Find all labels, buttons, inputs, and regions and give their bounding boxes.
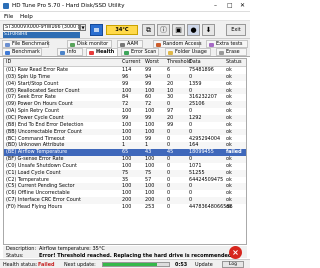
table-row[interactable]: (BB) Uncorrectable Error Count 100 100 0 0 ok <box>4 128 246 136</box>
drive-serial: S1F0R8H4 <box>3 32 80 38</box>
file-benchmark-icon <box>5 42 10 47</box>
erase-icon <box>219 50 224 55</box>
table-row[interactable]: (09) Power On Hours Count 72 72 0 25106 ok <box>4 101 246 109</box>
disk-monitor-icon <box>70 42 75 47</box>
table-row[interactable]: (C2) Temperature 35 57 0 64424509475 ok <box>4 177 246 184</box>
close-button[interactable]: ✕ <box>240 2 245 9</box>
copy-icon[interactable]: ⧉ <box>142 24 155 36</box>
table-row[interactable]: (BD) Unknown Attribute 1 1 0 164 ok <box>4 142 246 150</box>
toolbar: ST3000VX000-9YW166 (3000 gB) ▼ S1F0R8H4 … <box>0 21 250 39</box>
cell-status: failed <box>226 149 242 156</box>
update-progress-fill <box>103 263 158 266</box>
tab-extra-tests[interactable]: Extra tests <box>206 40 248 48</box>
header-id[interactable]: ID <box>6 59 11 66</box>
health-icon <box>89 50 94 55</box>
table-row[interactable]: (0A) Spin Retry Count 100 100 97 0 ok <box>4 108 246 115</box>
cell-attribute: (BE) Airflow Temperature <box>6 149 68 156</box>
health-status-label: Health status: <box>3 261 38 268</box>
table-header: ID Current Worst Threshold Data Status <box>4 59 246 67</box>
menu-file[interactable]: File <box>4 14 13 20</box>
minimize-button[interactable]: – <box>214 2 217 9</box>
status-value: Error! Threshold reached. Replacing the … <box>39 252 234 259</box>
screenshot-icon[interactable]: ▣ <box>172 24 185 36</box>
maximize-button[interactable]: □ <box>227 2 233 9</box>
cell-current: 65 <box>122 149 129 156</box>
window-title: HD Tune Pro 5.70 - Hard Disk/SSD Utility <box>12 2 125 9</box>
camera-icon[interactable]: ● <box>187 24 200 36</box>
tab-folder-usage[interactable]: Folder Usage <box>165 48 211 56</box>
header-status[interactable]: Status <box>226 59 242 66</box>
table-row[interactable]: (04) Start/Stop Count 99 99 20 1359 ok <box>4 81 246 88</box>
status-bar: Health status: Failed Next update: 0:53 … <box>0 259 250 268</box>
folder-usage-icon <box>168 50 173 55</box>
header-current[interactable]: Current <box>122 59 140 66</box>
table-row[interactable]: (C0) Unsafe Shutdown Count 100 100 0 1071 ok <box>4 163 246 170</box>
random-access-icon <box>156 42 161 47</box>
table-row[interactable]: (BC) Command Timeout 100 99 0 4295294004 ok <box>4 136 246 143</box>
tab-erase[interactable]: Erase <box>216 48 247 56</box>
table-row-failed[interactable]: (BE) Airflow Temperature 65 43 45 18099455 fa… <box>4 149 246 157</box>
cell-worst: 43 <box>145 149 152 156</box>
title-bar: HD Tune Pro 5.70 - Hard Disk/SSD Utility… <box>0 0 250 12</box>
header-data[interactable]: Data <box>189 59 201 66</box>
chevron-down-icon[interactable]: ▼ <box>80 24 86 31</box>
tab-benchmark[interactable]: Benchmark <box>2 48 42 56</box>
table-row[interactable]: (C7) Interface CRC Error Count 200 200 0 0 ok <box>4 197 246 204</box>
app-icon <box>3 3 9 9</box>
update-progress-bar <box>102 262 170 267</box>
table-row[interactable]: (C6) Offline Uncorrectable 100 100 0 0 ok <box>4 190 246 197</box>
description-value: Airflow temperature: 35°C <box>39 246 105 252</box>
tab-error-scan[interactable]: Error Scan <box>121 48 159 56</box>
table-row[interactable]: (F0) Head Flying Hours 100 253 0 44783648066… <box>4 204 246 211</box>
cell-data: 18099455 <box>189 149 214 156</box>
info-icon <box>60 50 65 55</box>
aam-icon <box>120 42 125 47</box>
table-row[interactable]: (B8) End To End Error Detection 100 100 99 0… <box>4 122 246 129</box>
header-threshold[interactable]: Threshold <box>167 59 191 66</box>
cell-threshold: 45 <box>167 149 174 156</box>
tab-disk-monitor[interactable]: Disk monitor <box>67 40 112 48</box>
extra-tests-icon <box>209 42 214 47</box>
header-worst[interactable]: Worst <box>145 59 159 66</box>
log-button[interactable]: Log <box>222 261 244 268</box>
tab-info[interactable]: Info <box>57 48 83 56</box>
temperature-display: 34°C <box>106 25 138 35</box>
table-row[interactable]: (C5) Current Pending Sector 100 100 0 0 ok <box>4 183 246 191</box>
save-icon[interactable]: ⬇ <box>202 24 215 36</box>
table-row[interactable]: (01) Raw Read Error Rate 114 99 6 75481896 ok <box>4 67 246 74</box>
exit-button[interactable]: Exit <box>226 24 246 36</box>
next-update-label: Next update: <box>64 261 96 268</box>
cell-current: 100 <box>122 204 132 210</box>
tab-random-access[interactable]: Random Access <box>153 40 202 48</box>
status-label: Status: <box>6 252 24 259</box>
cell-status: ok <box>226 204 232 210</box>
cell-threshold: 0 <box>167 204 171 210</box>
table-row[interactable]: (03) Spin Up Time 96 94 0 0 ok <box>4 73 246 81</box>
description-label: Description: <box>6 246 37 252</box>
next-update-time: 0:53 <box>175 261 188 268</box>
menu-help[interactable]: Help <box>20 14 33 20</box>
tab-health[interactable]: Health <box>86 48 118 56</box>
error-scan-icon <box>124 50 129 55</box>
drive-select[interactable]: ST3000VX000-9YW166 (3000 gB) <box>3 24 80 31</box>
table-row[interactable]: (05) Reallocated Sector Count 100 100 10 0 ok <box>4 87 246 95</box>
table-row[interactable]: (C1) Load Cycle Count 75 75 0 51255 ok <box>4 169 246 177</box>
table-row[interactable]: (0C) Power Cycle Count 99 99 20 1292 ok <box>4 114 246 122</box>
health-indicator-icon <box>90 24 103 36</box>
info-toolbar-icon[interactable]: ⓘ <box>157 24 170 36</box>
description-panel: Description: Airflow temperature: 35°C S… <box>3 246 247 259</box>
error-icon: × <box>229 246 242 259</box>
health-status-value: Failed <box>38 261 55 268</box>
menu-bar: File Help <box>0 12 250 21</box>
cell-worst: 253 <box>145 204 155 210</box>
update-button[interactable]: Update <box>195 262 213 268</box>
tab-bar: File Benchmark Disk monitor AAM Random A… <box>0 39 250 57</box>
tab-aam[interactable]: AAM <box>117 40 143 48</box>
smart-table: ID Current Worst Threshold Data Status (… <box>3 58 247 245</box>
cell-attribute: (F0) Head Flying Hours <box>6 204 63 210</box>
table-row[interactable]: (BF) G-sense Error Rate 100 100 0 0 ok <box>4 156 246 163</box>
table-row[interactable]: (07) Seek Error Rate 84 60 30 316232207 ok <box>4 94 246 101</box>
benchmark-icon <box>5 50 10 55</box>
tab-file-benchmark[interactable]: File Benchmark <box>2 40 50 48</box>
